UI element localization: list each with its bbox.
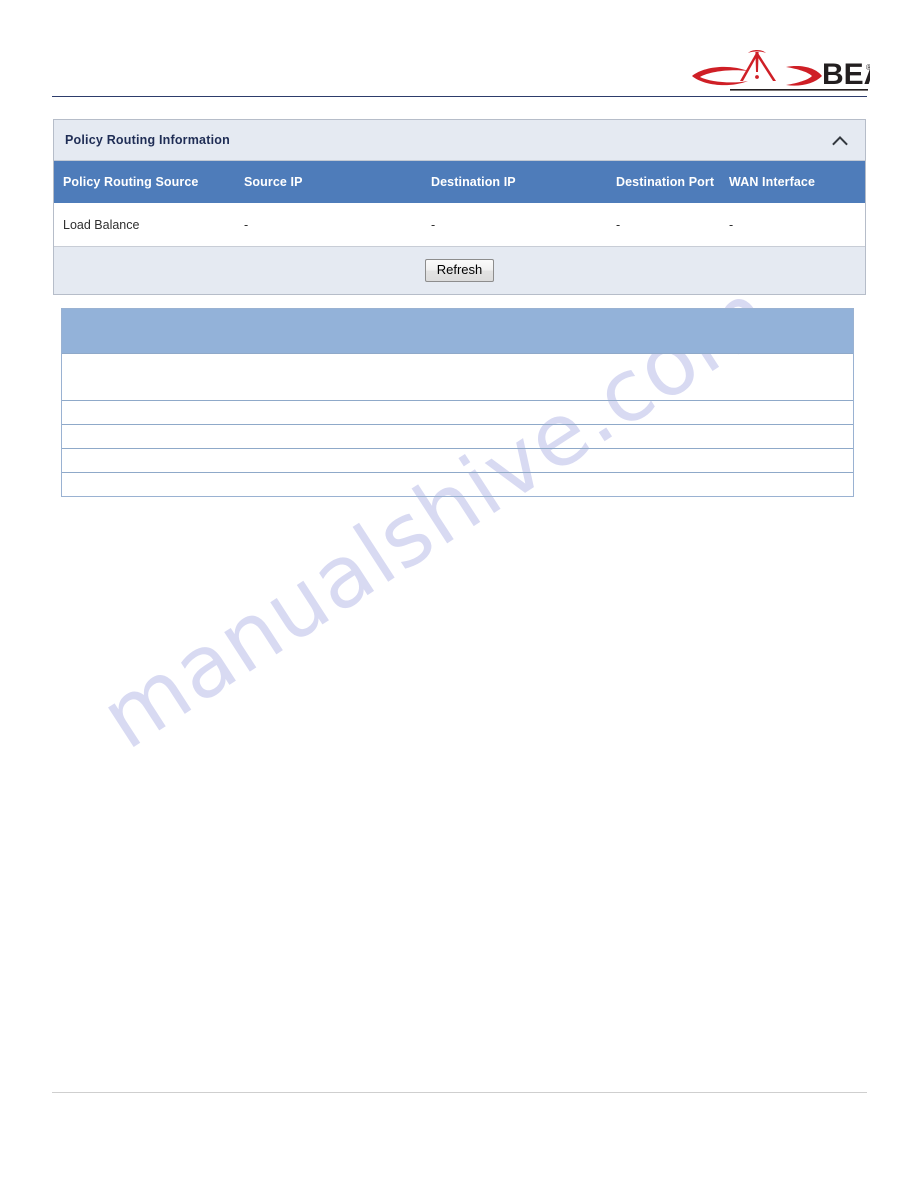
document-page: manualshive.com BEAM ® Policy Routing In… <box>0 0 918 1188</box>
header-divider <box>52 96 867 97</box>
secondary-table-row <box>62 424 853 448</box>
policy-routing-panel: Policy Routing Information Policy Routin… <box>53 119 866 295</box>
svg-text:BEAM: BEAM <box>822 58 870 91</box>
footer-divider <box>52 1092 867 1093</box>
cell-destination-port: - <box>616 217 621 232</box>
cell-wan-interface: - <box>729 217 734 232</box>
secondary-table-header-row <box>62 308 853 353</box>
secondary-table-row <box>62 448 853 472</box>
cell-policy-routing-source: Load Balance <box>63 217 140 232</box>
column-header-destination-ip: Destination IP <box>431 175 516 189</box>
column-header-wan-interface: WAN Interface <box>729 175 816 189</box>
cell-source-ip: - <box>244 217 249 232</box>
secondary-table-row <box>62 353 853 400</box>
column-header-policy-routing-source: Policy Routing Source <box>63 175 199 189</box>
panel-title-bar: Policy Routing Information <box>54 120 865 161</box>
refresh-button[interactable]: Refresh <box>424 258 495 283</box>
column-header-destination-port: Destination Port <box>616 175 715 189</box>
svg-text:®: ® <box>866 63 870 72</box>
secondary-table-row <box>62 400 853 424</box>
panel-footer: Refresh <box>54 247 865 294</box>
chevron-up-icon[interactable] <box>829 129 851 151</box>
page-title: Policy Routing Information <box>65 133 230 147</box>
cell-destination-ip: - <box>431 217 436 232</box>
secondary-empty-table <box>61 308 854 497</box>
secondary-table-row <box>62 472 853 496</box>
column-header-source-ip: Source IP <box>244 175 303 189</box>
table-row: Load Balance - - - - <box>54 203 865 247</box>
beam-logo: BEAM ® <box>690 44 910 94</box>
table-header-row: Policy Routing Source Source IP Destinat… <box>54 161 865 203</box>
